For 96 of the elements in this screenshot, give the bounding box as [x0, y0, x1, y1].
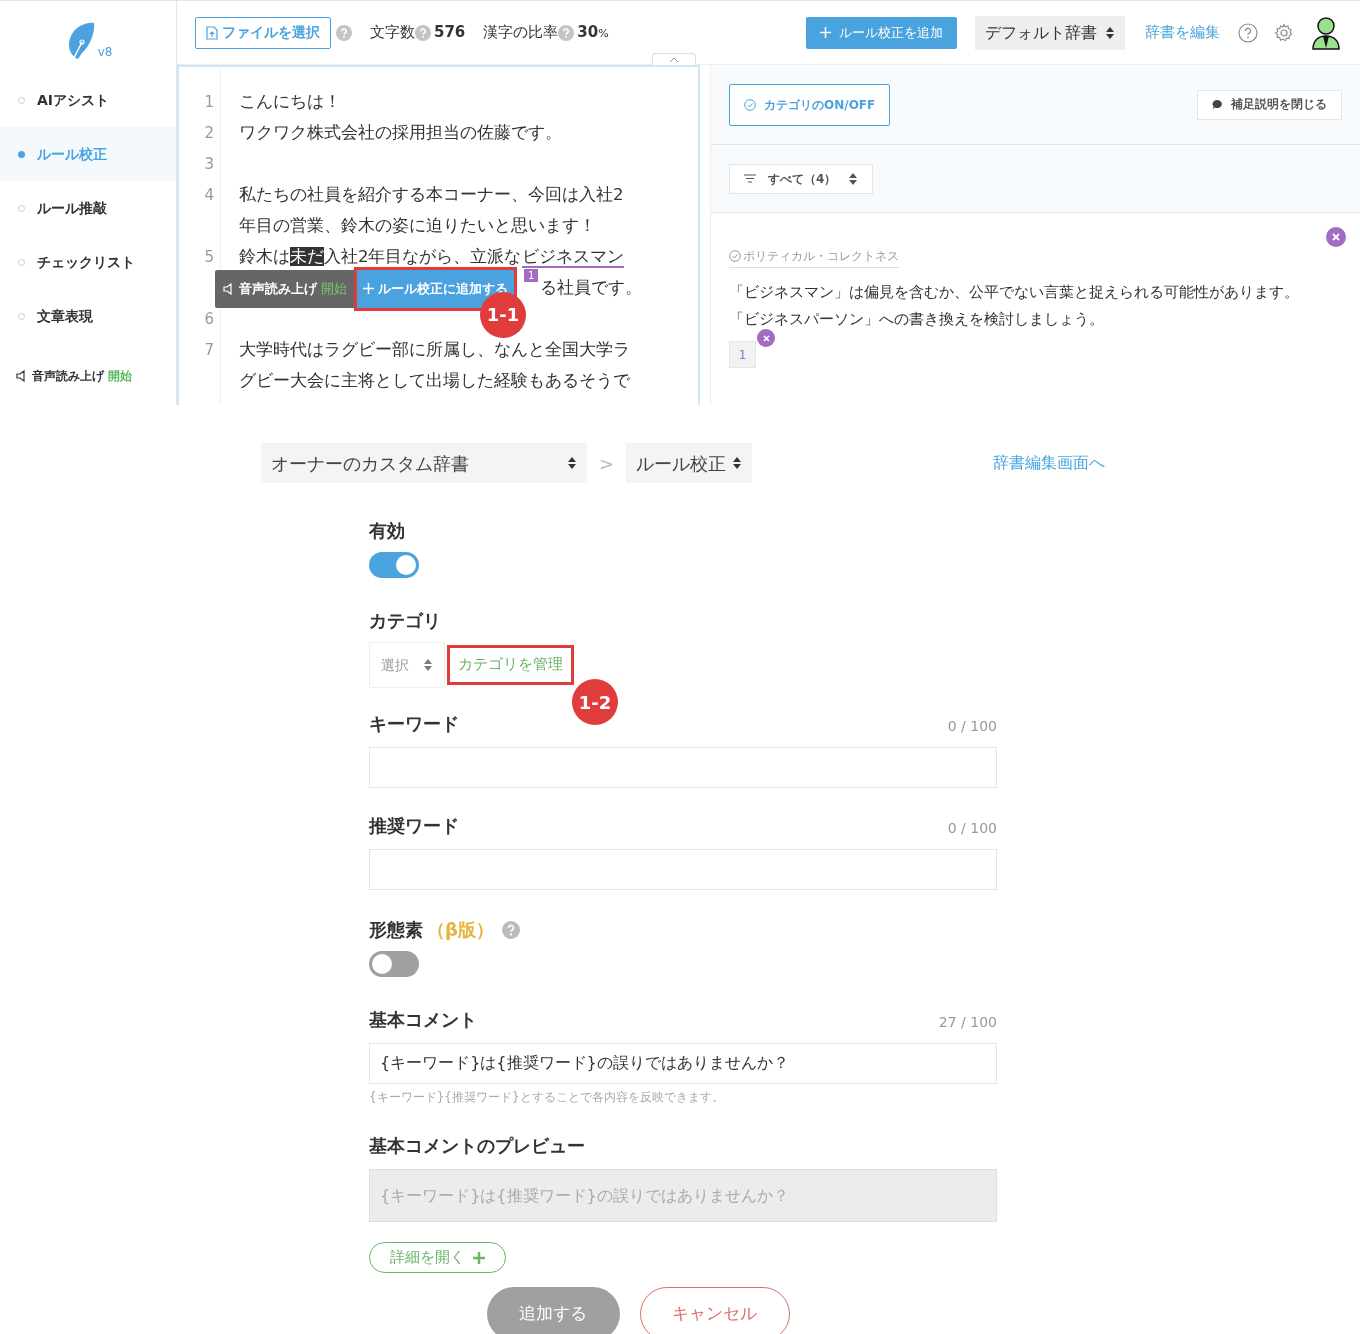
help-button[interactable] — [1238, 22, 1258, 43]
recommended-word-field[interactable] — [369, 849, 997, 890]
settings-button[interactable] — [1274, 22, 1294, 43]
dictionary-select[interactable]: オーナーのカスタム辞書 — [261, 443, 587, 483]
sidebar-item[interactable]: AIアシスト — [0, 73, 176, 127]
category-select[interactable]: 選択 — [369, 642, 445, 688]
toggle-switch[interactable] — [369, 951, 419, 977]
settings-icon — [1274, 22, 1294, 43]
dictionary-select[interactable]: デフォルト辞書 — [975, 15, 1125, 50]
line-number: 5 — [204, 248, 214, 266]
sidebar-item[interactable]: 文章表現 — [0, 289, 176, 343]
text-line: 私たちの社員を紹介する本コーナー、今回は入社2 — [239, 184, 624, 207]
close-icon — [1332, 233, 1340, 241]
rule-type-select[interactable]: ルール校正 — [626, 443, 753, 483]
help-icon — [415, 24, 431, 41]
field-label: キーワード — [369, 712, 459, 736]
sort-arrows-icon — [848, 171, 859, 186]
suggestion-message: 「ビジネスパーソン」への書き換えを検討しましょう。 — [729, 310, 1105, 329]
field-label: 基本コメント — [369, 1008, 477, 1032]
annotation-marker: 1-2 — [572, 679, 618, 726]
check-circle-icon — [744, 98, 756, 111]
help-icon — [1238, 22, 1258, 43]
highlighted-text: 未だ — [290, 247, 324, 267]
keyword-field[interactable] — [369, 747, 997, 788]
issue-badge: 1 — [524, 269, 539, 282]
character-counter: 0 / 100 — [947, 819, 997, 838]
character-counter: 0 / 100 — [947, 717, 997, 736]
category-toggle-button[interactable]: カテゴリのON/OFF — [729, 83, 891, 126]
chevron-up-icon — [669, 56, 679, 63]
dismiss-button[interactable] — [1326, 227, 1346, 247]
sort-arrows-icon — [567, 456, 577, 470]
field-hint: {キーワード}{推奨ワード}とすることで各内容を反映できます。 — [369, 1089, 725, 1106]
category-tag: ポリティカル・コレクトネス — [729, 247, 899, 268]
sort-arrows-icon — [732, 456, 743, 470]
help-icon — [501, 920, 520, 939]
sort-arrows-icon — [423, 658, 433, 672]
add-rule-button[interactable]: ルール校正を追加 — [806, 16, 957, 49]
line-number: 1 — [204, 93, 214, 111]
speech-bubble-icon — [1212, 99, 1223, 110]
filter-icon — [744, 174, 756, 183]
char-count-label: 文字数 — [370, 22, 415, 44]
help-icon — [558, 24, 575, 41]
breadcrumb-separator: > — [599, 451, 615, 476]
remove-button[interactable] — [757, 329, 775, 347]
text-line: ワクワク株式会社の採用担当の佐藤です。 — [239, 122, 562, 145]
field-label: 形態素 — [369, 918, 423, 942]
plus-icon — [363, 283, 374, 294]
voice-label: 音声読み上げ — [32, 368, 104, 385]
text-line: 年目の営業、鈴木の姿に迫りたいと思います！ — [239, 215, 596, 238]
plus-icon — [820, 27, 831, 38]
close-icon — [762, 334, 770, 342]
text-line: る社員です。 — [540, 277, 643, 300]
sidebar-item[interactable]: ルール推敲 — [0, 181, 176, 235]
voice-readout-button[interactable]: 音声読み上げ 開始 — [215, 269, 355, 308]
field-label: 有効 — [369, 519, 406, 543]
sidebar-item[interactable]: ルール校正 — [0, 127, 176, 181]
toggle-switch[interactable] — [369, 552, 419, 578]
speaker-icon — [16, 370, 28, 382]
user-avatar[interactable] — [1310, 15, 1342, 50]
edit-dictionary-link[interactable]: 辞書を編集 — [1145, 21, 1220, 44]
text-line: こんにちは！ — [239, 91, 341, 114]
character-counter: 27 / 100 — [938, 1013, 997, 1032]
cancel-button[interactable]: キャンセル — [639, 1287, 790, 1334]
close-notes-button[interactable]: 補足説明を閉じる — [1197, 89, 1342, 120]
line-number: 3 — [204, 155, 214, 173]
beta-label: （β版） — [427, 918, 494, 942]
speaker-icon — [223, 282, 235, 295]
version-label: v8 — [97, 44, 113, 61]
sort-arrows-icon — [1105, 25, 1115, 40]
line-number: 4 — [204, 186, 214, 204]
line-number: 2 — [204, 124, 214, 142]
field-label: 基本コメントのプレビュー — [369, 1134, 586, 1158]
sidebar-item[interactable]: チェックリスト — [0, 235, 176, 289]
suggestion-message: 「ビジネスマン」は偏見を含むか、公平でない言葉と捉えられる可能性があります。 — [729, 283, 1300, 302]
edit-screen-link[interactable]: 辞書編集画面へ — [993, 451, 1105, 475]
occurrence-chip[interactable]: 1 — [729, 341, 756, 368]
field-label: カテゴリ — [369, 609, 442, 633]
file-upload-icon — [206, 25, 218, 40]
kanji-ratio-label: 漢字の比率 — [483, 22, 559, 44]
plus-icon — [473, 1251, 485, 1264]
text-line: グビー大会に主将として出場した経験もあるそうで — [239, 370, 630, 393]
filter-select[interactable]: すべて（4） — [729, 163, 874, 194]
field-label: 推奨ワード — [369, 814, 459, 838]
file-select-button[interactable]: ファイルを選択 — [195, 16, 331, 49]
help-icon — [336, 24, 352, 41]
char-count-value: 576 — [434, 22, 466, 44]
manage-categories-link[interactable]: カテゴリを管理 — [447, 645, 574, 685]
text-line: 大学時代はラグビー部に所属し、なんと全国大学ラ — [239, 339, 630, 362]
comment-field[interactable]: {キーワード}は{推奨ワード}の誤りではありませんか？ — [369, 1043, 997, 1084]
comment-preview: {キーワード}は{推奨ワード}の誤りではありませんか？ — [369, 1169, 997, 1222]
line-number: 7 — [204, 341, 214, 359]
line-number: 6 — [204, 310, 214, 328]
user-silhouette-icon — [1310, 15, 1342, 50]
start-link[interactable]: 開始 — [108, 367, 132, 385]
kanji-ratio-value: 30% — [577, 22, 609, 44]
check-circle-icon — [729, 250, 741, 262]
